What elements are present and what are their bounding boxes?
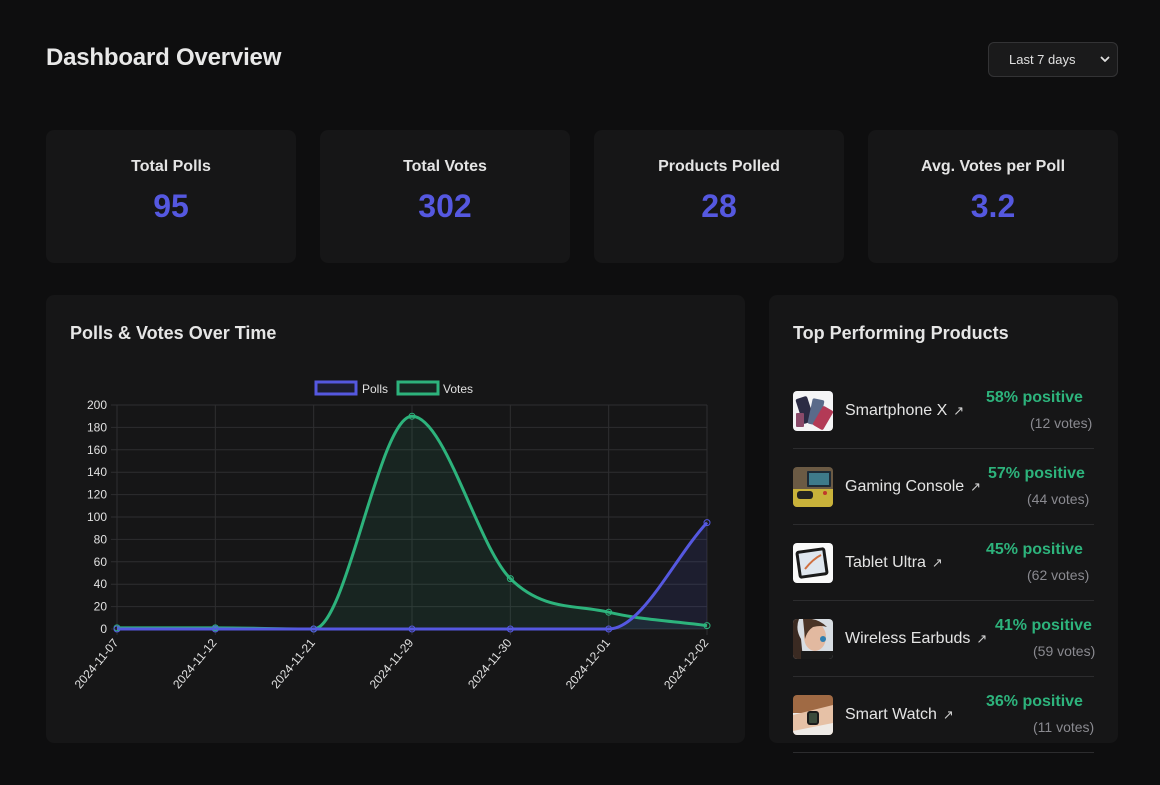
product-name: Tablet Ultra bbox=[845, 554, 926, 571]
stat-value: 302 bbox=[418, 188, 472, 224]
product-name: Wireless Earbuds bbox=[845, 630, 971, 647]
x-tick-label: 2024-11-07 bbox=[72, 636, 122, 692]
product-link[interactable]: Smartphone X ↗ bbox=[845, 402, 964, 420]
external-link-arrow-icon: ↗ bbox=[931, 555, 943, 570]
product-row: Tablet Ultra ↗ 45% positive (62 votes) bbox=[793, 525, 1094, 601]
product-thumbnail-watch bbox=[793, 695, 833, 735]
stat-label: Total Votes bbox=[403, 158, 487, 175]
product-positive-rate: 57% positive bbox=[988, 465, 1085, 482]
product-vote-count: (12 votes) bbox=[1030, 415, 1093, 431]
x-tick-label: 2024-12-02 bbox=[661, 636, 711, 692]
product-thumbnail-smartphone bbox=[793, 391, 833, 431]
polls-votes-chart: 0 20 40 60 80 100 120 140 160 180 200 2024-11-07 20… bbox=[72, 380, 712, 692]
stat-value: 3.2 bbox=[970, 188, 1016, 224]
external-link-arrow-icon: ↗ bbox=[942, 707, 954, 722]
products-title: Top Performing Products bbox=[793, 323, 1009, 343]
product-name: Smart Watch bbox=[845, 706, 937, 723]
date-range-selected-value: Last 7 days bbox=[1009, 52, 1076, 67]
x-tick-label: 2024-11-29 bbox=[367, 636, 417, 692]
votes-area-fill bbox=[117, 416, 707, 629]
stat-label: Products Polled bbox=[658, 158, 780, 175]
product-link[interactable]: Wireless Earbuds ↗ bbox=[845, 630, 987, 648]
stat-value: 28 bbox=[701, 188, 737, 224]
stat-card-total-polls: Total Polls 95 bbox=[46, 130, 296, 263]
top-products-panel: Top Performing Products Smartphone X ↗ 58… bbox=[769, 295, 1118, 753]
stat-card-products-polled: Products Polled 28 bbox=[594, 130, 844, 263]
page-title: Dashboard Overview bbox=[46, 44, 282, 71]
y-tick-label: 120 bbox=[87, 488, 107, 502]
product-thumbnail-tablet bbox=[793, 543, 833, 583]
external-link-arrow-icon: ↗ bbox=[953, 403, 965, 418]
product-name: Smartphone X bbox=[845, 402, 948, 419]
y-tick-label: 20 bbox=[94, 600, 108, 614]
legend-swatch-polls bbox=[314, 380, 358, 396]
product-positive-rate: 36% positive bbox=[986, 693, 1083, 710]
product-positive-rate: 58% positive bbox=[986, 389, 1083, 406]
product-thumbnail-console bbox=[793, 467, 833, 507]
x-tick-label: 2024-11-21 bbox=[268, 636, 318, 692]
product-positive-rate: 41% positive bbox=[995, 617, 1092, 634]
x-tick-label: 2024-11-30 bbox=[465, 636, 515, 692]
legend-label-polls: Polls bbox=[362, 382, 388, 396]
product-vote-count: (11 votes) bbox=[1033, 719, 1095, 735]
y-tick-label: 200 bbox=[87, 398, 107, 412]
date-range-select[interactable]: Last 7 days bbox=[988, 42, 1118, 77]
x-tick-label: 2024-11-12 bbox=[170, 636, 220, 692]
product-link[interactable]: Smart Watch ↗ bbox=[845, 706, 954, 724]
y-tick-label: 0 bbox=[100, 622, 107, 636]
product-vote-count: (44 votes) bbox=[1027, 491, 1090, 507]
product-row: Smartphone X ↗ 58% positive (12 votes) bbox=[793, 373, 1094, 449]
stat-label: Total Polls bbox=[131, 158, 211, 175]
product-row: Smart Watch ↗ 36% positive (11 votes) bbox=[793, 677, 1094, 753]
stat-label: Avg. Votes per Poll bbox=[920, 158, 1066, 175]
legend-label-votes: Votes bbox=[443, 382, 473, 396]
product-name: Gaming Console bbox=[845, 478, 965, 495]
y-tick-label: 180 bbox=[87, 420, 107, 434]
product-row: Gaming Console ↗ 57% positive (44 votes) bbox=[793, 449, 1094, 525]
product-thumbnail-earbuds bbox=[793, 619, 833, 659]
product-vote-count: (62 votes) bbox=[1027, 567, 1090, 583]
x-tick-label: 2024-12-01 bbox=[563, 636, 613, 692]
y-tick-label: 100 bbox=[87, 510, 107, 524]
legend-swatch-votes bbox=[396, 380, 440, 396]
chart-panel: Polls & Votes Over Time 0 20 40 60 80 100 120 1… bbox=[46, 295, 745, 743]
y-tick-label: 80 bbox=[94, 532, 108, 546]
product-link[interactable]: Gaming Console ↗ bbox=[845, 478, 981, 496]
product-vote-count: (59 votes) bbox=[1033, 643, 1096, 659]
stat-card-total-votes: Total Votes 302 bbox=[320, 130, 570, 263]
product-list: Smartphone X ↗ 58% positive (12 votes) Ga… bbox=[793, 373, 1096, 753]
stat-card-avg-votes: Avg. Votes per Poll 3.2 bbox=[868, 130, 1118, 263]
y-tick-label: 160 bbox=[87, 443, 107, 457]
external-link-arrow-icon: ↗ bbox=[976, 631, 988, 646]
product-positive-rate: 45% positive bbox=[986, 541, 1083, 558]
product-row: Wireless Earbuds ↗ 41% positive (59 votes… bbox=[793, 601, 1096, 677]
stat-value: 95 bbox=[153, 188, 189, 224]
product-link[interactable]: Tablet Ultra ↗ bbox=[845, 554, 943, 572]
chevron-down-icon bbox=[1100, 56, 1110, 62]
y-tick-label: 40 bbox=[94, 577, 108, 591]
y-tick-label: 60 bbox=[94, 555, 108, 569]
y-tick-label: 140 bbox=[87, 465, 107, 479]
external-link-arrow-icon: ↗ bbox=[970, 479, 982, 494]
